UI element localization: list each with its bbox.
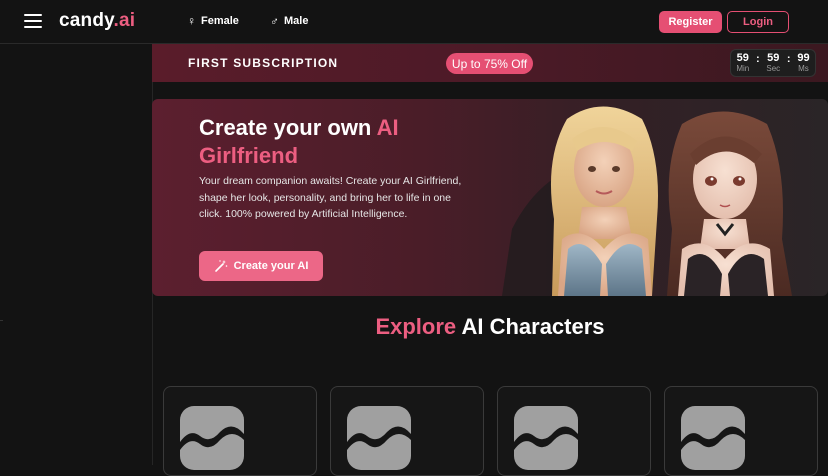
- promo-title: FIRST SUBSCRIPTION: [188, 56, 339, 70]
- timer-ms-value: 99: [797, 52, 810, 64]
- character-card[interactable]: [330, 386, 484, 476]
- logo[interactable]: candy.ai: [59, 10, 135, 32]
- male-icon: ♂: [270, 14, 279, 28]
- create-ai-button[interactable]: Create your AI: [199, 251, 323, 281]
- female-icon: ♀: [187, 14, 196, 28]
- hero-title: Create your own AI Girlfriend: [199, 114, 459, 170]
- nav-female[interactable]: ♀ Female: [187, 14, 239, 28]
- hero-characters-image: [502, 106, 792, 296]
- nav-male-label: Male: [284, 15, 309, 27]
- logo-accent: .ai: [113, 10, 136, 31]
- register-button[interactable]: Register: [659, 11, 722, 33]
- explore-title-rest: AI Characters: [456, 314, 605, 339]
- top-navbar: candy.ai ♀ Female ♂ Male Register Login: [0, 0, 828, 44]
- character-card[interactable]: [497, 386, 651, 476]
- image-placeholder-icon: [514, 406, 578, 470]
- countdown-timer: 59 Min : 59 Sec : 99 Ms: [730, 49, 816, 77]
- logo-text: candy: [59, 10, 114, 31]
- timer-separator: :: [755, 53, 760, 65]
- create-ai-button-label: Create your AI: [233, 260, 309, 272]
- timer-seconds: 59 Sec: [766, 53, 780, 73]
- promo-banner[interactable]: FIRST SUBSCRIPTION Up to 75% Off 59 Min …: [152, 44, 828, 82]
- nav-female-label: Female: [201, 15, 239, 27]
- timer-seconds-value: 59: [767, 52, 780, 64]
- promo-discount-badge[interactable]: Up to 75% Off: [446, 53, 533, 74]
- image-placeholder-icon: [180, 406, 244, 470]
- explore-section-title: Explore AI Characters: [152, 314, 828, 340]
- magic-wand-icon: [214, 260, 227, 272]
- character-card[interactable]: [163, 386, 317, 476]
- image-placeholder-icon: [681, 406, 745, 470]
- explore-title-accent: Explore: [375, 314, 457, 339]
- timer-seconds-label: Sec: [766, 64, 781, 73]
- timer-ms-label: Ms: [798, 64, 809, 73]
- timer-minutes-value: 59: [736, 52, 749, 64]
- login-button[interactable]: Login: [727, 11, 789, 33]
- timer-minutes: 59 Min: [736, 53, 749, 73]
- sidebar-divider: [0, 320, 3, 321]
- hero-description: Your dream companion awaits! Create your…: [199, 175, 462, 220]
- hero-title-main: Create your own: [199, 115, 377, 140]
- timer-separator: :: [786, 53, 791, 65]
- nav-male[interactable]: ♂ Male: [270, 14, 308, 28]
- hamburger-menu-icon[interactable]: [24, 14, 42, 30]
- character-card[interactable]: [664, 386, 818, 476]
- timer-ms: 99 Ms: [797, 53, 809, 73]
- timer-minutes-label: Min: [736, 64, 750, 73]
- image-placeholder-icon: [347, 406, 411, 470]
- hero-banner: Create your own AI Girlfriend Your dream…: [152, 99, 828, 296]
- sidebar: [0, 44, 153, 465]
